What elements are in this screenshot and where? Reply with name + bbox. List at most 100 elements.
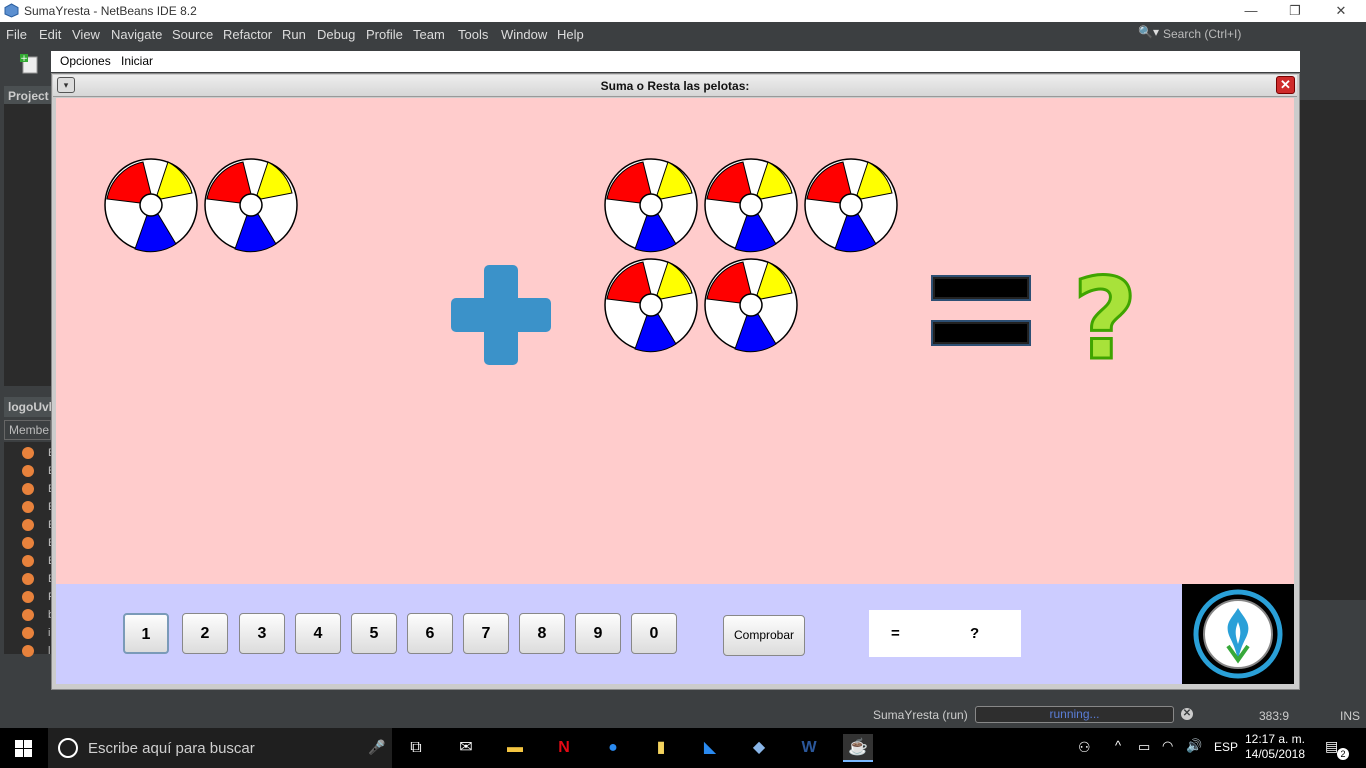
window-title: SumaYresta - NetBeans IDE 8.2 [24, 4, 197, 18]
java-icon[interactable]: ☕ [843, 734, 873, 762]
plus-icon-bar [451, 298, 551, 332]
search-icon: 🔍▾ [1138, 25, 1159, 39]
number-button-3[interactable]: 3 [239, 613, 285, 654]
beach-ball-icon [204, 158, 298, 253]
number-button-7[interactable]: 7 [463, 613, 509, 654]
number-button-1[interactable]: 1 [123, 613, 169, 654]
mail-icon[interactable]: ✉ [451, 734, 481, 762]
projects-tab[interactable]: Project [4, 86, 51, 104]
minimize-button[interactable]: — [1228, 0, 1274, 22]
menu-window[interactable]: Window [501, 27, 547, 42]
number-button-6[interactable]: 6 [407, 613, 453, 654]
navigator-tab[interactable]: logoUvl [4, 397, 52, 417]
menu-refactor[interactable]: Refactor [223, 27, 272, 42]
member-icon [22, 519, 34, 531]
files-icon[interactable]: ▮ [646, 734, 676, 762]
ide-status-bar: SumaYresta (run) running... ✕ 383:9 INS [0, 700, 1366, 728]
windows-taskbar: Escribe aquí para buscar 🎤 ⧉ ✉ ▬ N ● ▮ ◣… [0, 728, 1366, 768]
progress-bar[interactable]: running... [975, 706, 1174, 723]
running-project: SumaYresta (run) [873, 708, 968, 722]
number-button-2[interactable]: 2 [182, 613, 228, 654]
ide-title-bar: SumaYresta - NetBeans IDE 8.2 — ❐ ✕ [0, 0, 1366, 22]
beach-ball-icon [704, 158, 798, 253]
close-button[interactable]: ✕ [1318, 0, 1364, 22]
app-menu-iniciar[interactable]: Iniciar [121, 54, 153, 68]
menu-help[interactable]: Help [557, 27, 584, 42]
people-icon[interactable]: ⚇ [1078, 739, 1091, 756]
beach-ball-icon [704, 258, 798, 353]
clock-date: 14/05/2018 [1244, 747, 1306, 761]
menu-tools[interactable]: Tools [458, 27, 488, 42]
member-icon [22, 465, 34, 477]
internal-frame-header: Suma o Resta las pelotas: ▾ ✕ [53, 75, 1297, 97]
notification-count: 2 [1337, 748, 1349, 760]
frame-close-button[interactable]: ✕ [1276, 76, 1295, 94]
netflix-icon[interactable]: N [549, 734, 579, 762]
taskbar-search-box[interactable]: Escribe aquí para buscar 🎤 [48, 728, 392, 768]
beach-ball-icon [604, 158, 698, 253]
number-button-0[interactable]: 0 [631, 613, 677, 654]
ide-menu-bar: File Edit View Navigate Source Refactor … [0, 22, 1366, 46]
language-indicator[interactable]: ESP [1214, 740, 1238, 754]
cancel-task-icon[interactable]: ✕ [1181, 708, 1193, 720]
virtualbox-icon[interactable]: ◆ [744, 734, 774, 762]
menu-view[interactable]: View [72, 27, 100, 42]
menu-source[interactable]: Source [172, 27, 213, 42]
right-output-panel [1300, 620, 1366, 700]
uv-logo-icon [1193, 589, 1283, 679]
menu-edit[interactable]: Edit [39, 27, 61, 42]
volume-icon[interactable]: 🔊 [1186, 738, 1202, 754]
equals-icon-top [931, 275, 1031, 301]
battery-icon[interactable]: ▭ [1138, 739, 1150, 755]
menu-debug[interactable]: Debug [317, 27, 355, 42]
beach-ball-icon [604, 258, 698, 353]
search-placeholder: Search (Ctrl+I) [1163, 27, 1242, 41]
clock[interactable]: 12:17 a. m. 14/05/2018 [1244, 732, 1306, 762]
member-icon [22, 483, 34, 495]
svg-text:?: ? [1073, 262, 1138, 366]
result-display: = ? [869, 610, 1021, 657]
menu-profile[interactable]: Profile [366, 27, 403, 42]
number-button-8[interactable]: 8 [519, 613, 565, 654]
windows-start-icon[interactable] [15, 740, 32, 757]
navigator-combo[interactable]: Membe [4, 420, 51, 440]
microphone-icon[interactable]: 🎤 [368, 739, 385, 756]
equals-icon-bottom [931, 320, 1031, 346]
menu-team[interactable]: Team [413, 27, 445, 42]
tray-chevron-icon[interactable]: ^ [1115, 738, 1121, 753]
maximize-button[interactable]: ❐ [1272, 0, 1318, 22]
menu-file[interactable]: File [6, 27, 27, 42]
ide-search-box[interactable]: 🔍▾ Search (Ctrl+I) [1138, 25, 1364, 43]
menu-run[interactable]: Run [282, 27, 306, 42]
task-view-icon[interactable]: ⧉ [401, 734, 431, 762]
cursor-position: 383:9 [1259, 709, 1290, 723]
projects-tree [4, 104, 51, 386]
new-project-icon[interactable]: + [19, 53, 39, 75]
member-icon [22, 609, 34, 621]
vscode-icon[interactable]: ◣ [695, 734, 725, 762]
question-mark-icon: ? [1071, 262, 1139, 366]
result-value: ? [970, 625, 980, 642]
wifi-icon[interactable]: ◠ [1162, 738, 1173, 754]
app-menu-bar: Opciones Iniciar [51, 51, 1300, 72]
result-equals: = [891, 625, 900, 642]
netbeans-icon [4, 3, 19, 18]
number-button-4[interactable]: 4 [295, 613, 341, 654]
clock-time: 12:17 a. m. [1244, 732, 1306, 746]
beach-ball-icon [804, 158, 898, 253]
word-icon[interactable]: W [794, 734, 824, 762]
app-menu-opciones[interactable]: Opciones [60, 54, 111, 68]
member-icon [22, 501, 34, 513]
number-button-9[interactable]: 9 [575, 613, 621, 654]
menu-navigate[interactable]: Navigate [111, 27, 162, 42]
member-icon [22, 555, 34, 567]
frame-menu-icon[interactable]: ▾ [57, 77, 75, 93]
check-button[interactable]: Comprobar [723, 615, 805, 656]
member-icon [22, 573, 34, 585]
file-explorer-icon[interactable]: ▬ [500, 734, 530, 762]
member-icon [22, 447, 34, 459]
firefox-icon[interactable]: ● [598, 734, 628, 762]
cortana-icon [58, 738, 78, 758]
number-button-5[interactable]: 5 [351, 613, 397, 654]
member-icon [22, 645, 34, 657]
